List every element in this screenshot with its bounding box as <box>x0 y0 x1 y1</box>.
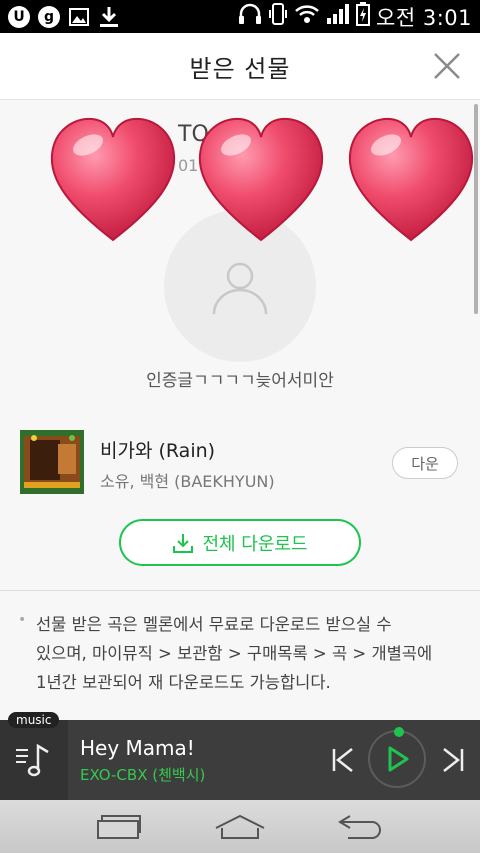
notice-line: 1년간 보관되어 재 다운로드도 가능합니다. <box>36 673 331 692</box>
player-title: Hey Mama! <box>80 736 195 760</box>
page-title: 받은 선물 <box>189 54 291 83</box>
mini-player[interactable]: music Hey Mama! EXO-CBX (첸백시) <box>0 712 480 800</box>
recent-apps-button[interactable] <box>90 807 150 847</box>
song-title: 비가와 (Rain) <box>100 440 216 462</box>
user-icon <box>212 262 268 315</box>
music-tag: music <box>8 712 60 728</box>
clock: 오전 3:01 <box>376 5 472 30</box>
headphones-icon <box>238 3 262 30</box>
divider <box>0 590 480 591</box>
download-button[interactable]: 다운 <box>392 447 458 479</box>
battery-icon <box>356 2 371 31</box>
wifi-icon <box>294 4 320 29</box>
home-button[interactable] <box>210 807 270 847</box>
notice-text: 선물 받은 곡은 멜론에서 무료로 다운로드 받으실 수 있으며, 마이뮤직 >… <box>36 610 456 697</box>
home-icon <box>215 814 265 839</box>
bullet-icon: • <box>18 612 27 628</box>
playlist-button[interactable] <box>0 720 68 800</box>
image-icon <box>68 6 90 28</box>
music-note-icon <box>16 743 49 777</box>
heart-icon <box>50 117 176 242</box>
navigation-bar <box>0 800 480 853</box>
progress-dot <box>394 727 404 737</box>
gift-content[interactable]: TO 01 인증글ㄱㄱㄱㄱ늦어서미안 비가와 (Rain) 소유, 백현 (BA… <box>0 100 480 720</box>
next-button[interactable] <box>438 744 468 776</box>
back-icon <box>338 814 381 839</box>
next-icon <box>443 748 464 772</box>
vibrate-icon <box>268 2 288 31</box>
previous-icon <box>332 748 353 772</box>
download-all-button[interactable]: 전체 다운로드 <box>119 519 361 566</box>
g-icon: g <box>38 5 60 28</box>
heart-icon <box>198 117 324 242</box>
play-icon <box>388 746 409 772</box>
signal-icon <box>326 3 350 30</box>
download-icon <box>98 6 120 28</box>
gift-message: 인증글ㄱㄱㄱㄱ늦어서미안 <box>146 371 334 391</box>
notice-line: 있으며, 마이뮤직 > 보관함 > 구매목록 > 곡 > 개별곡에 <box>36 644 433 663</box>
close-icon <box>434 53 460 79</box>
album-art[interactable] <box>20 430 84 494</box>
status-bar: U g 오전 3:01 <box>0 0 480 33</box>
heart-icon <box>348 117 474 242</box>
song-item[interactable]: 비가와 (Rain) 소유, 백현 (BAEKHYUN) 다운 <box>20 428 460 496</box>
recent-apps-icon <box>97 814 141 839</box>
close-button[interactable] <box>432 51 462 81</box>
header: 받은 선물 <box>0 33 480 100</box>
u-plus-icon: U <box>8 5 30 28</box>
song-artist: 소유, 백현 (BAEKHYUN) <box>100 472 275 491</box>
notice-line: 선물 받은 곡은 멜론에서 무료로 다운로드 받으실 수 <box>36 615 392 634</box>
heart-stickers <box>50 117 474 242</box>
download-all-label: 전체 다운로드 <box>202 533 308 555</box>
player-artist: EXO-CBX (첸백시) <box>80 766 206 784</box>
download-icon <box>173 533 194 553</box>
play-button[interactable] <box>368 730 426 788</box>
previous-button[interactable] <box>328 744 358 776</box>
back-button[interactable] <box>330 807 390 847</box>
